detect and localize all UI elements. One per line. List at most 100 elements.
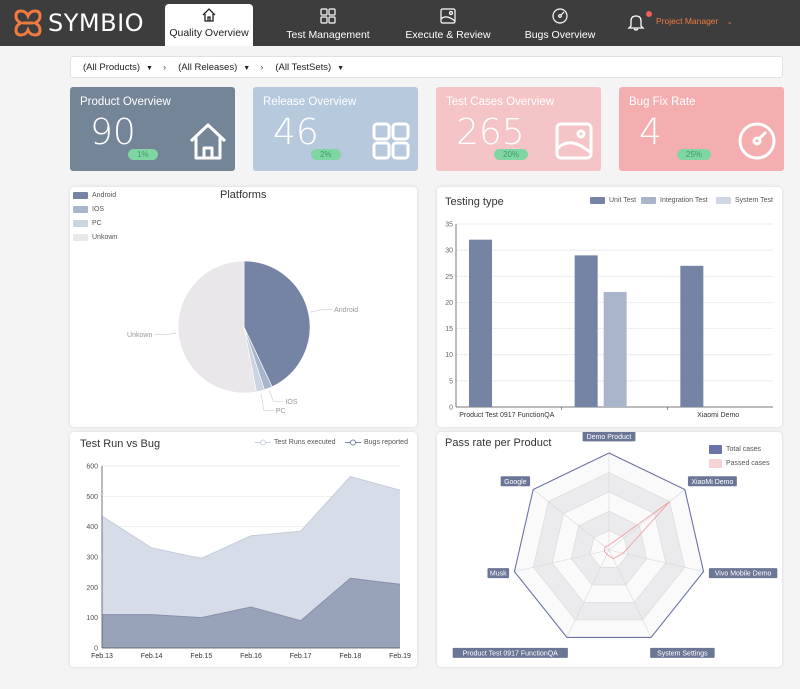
- card-value: 90: [90, 112, 136, 153]
- y-tick-label: 0: [94, 646, 98, 653]
- gauge-icon: [552, 8, 568, 24]
- user-role-dropdown[interactable]: Project Manager ⌄: [656, 16, 733, 26]
- y-tick-label: 100: [86, 615, 98, 622]
- grid-icon: [372, 122, 410, 160]
- home-icon: [202, 8, 216, 22]
- app-logo[interactable]: SYMBIO: [12, 8, 144, 38]
- radar-indicator-label: XiaoMi Demo: [691, 479, 733, 486]
- notification-dot: [646, 11, 652, 17]
- y-tick-label: 30: [445, 248, 453, 255]
- card-percent-badge: 1%: [128, 149, 158, 160]
- x-tick-label: Feb.15: [190, 653, 212, 660]
- y-tick-label: 25: [445, 274, 453, 281]
- x-tick-label: Feb.17: [290, 653, 312, 660]
- x-tick-label: Feb.18: [339, 653, 361, 660]
- image-icon: [555, 122, 593, 160]
- radar-indicator-label: Musk: [490, 571, 507, 578]
- y-tick-label: 35: [445, 222, 453, 229]
- gauge-icon: [738, 122, 776, 160]
- x-tick-label: Feb.16: [240, 653, 262, 660]
- chevron-right-icon: ›: [162, 61, 167, 73]
- top-navigation-bar: SYMBIO Quality Overview Test Management …: [0, 0, 800, 46]
- app-name: SYMBIO: [48, 9, 145, 37]
- y-tick-label: 500: [86, 494, 98, 501]
- pass-rate-panel: Pass rate per Product Total cases Passed…: [437, 432, 782, 667]
- y-tick-label: 0: [449, 405, 453, 412]
- y-tick-label: 5: [449, 378, 453, 385]
- house-icon: [189, 123, 227, 160]
- tab-label: Execute & Review: [405, 29, 491, 41]
- y-tick-label: 20: [445, 300, 453, 307]
- pie-slice-label: IOS: [285, 399, 297, 406]
- card-title: Release Overview: [263, 96, 357, 108]
- y-tick-label: 600: [86, 464, 98, 471]
- chevron-right-icon: ›: [260, 61, 264, 73]
- tab-test-management[interactable]: Test Management: [280, 5, 376, 45]
- pie-slice-label: PC: [276, 408, 286, 415]
- bar-unit-test: [469, 239, 492, 407]
- y-tick-label: 15: [445, 326, 453, 333]
- pie-label-line: [310, 309, 333, 313]
- pie-slice-label: Unkown: [127, 332, 152, 339]
- card-value: 46: [273, 112, 319, 153]
- caret-down-icon: ▼: [243, 64, 251, 72]
- radar-indicator-label: Product Test 0917 FunctionQA: [463, 650, 559, 657]
- pass-rate-radar-chart: Demo Product XiaoMi Demo Vivo Mobile Demo S…: [452, 432, 778, 658]
- bell-icon[interactable]: [626, 12, 646, 32]
- y-tick-label: 10: [445, 352, 453, 359]
- bar-unit-test: [680, 265, 704, 407]
- radar-indicator-label: System Settings: [657, 650, 708, 657]
- y-tick-label: 300: [86, 555, 98, 562]
- tab-quality-overview[interactable]: Quality Overview: [165, 4, 253, 46]
- releases-filter-label: (All Releases): [178, 61, 238, 73]
- tab-execute-review[interactable]: Execute & Review: [400, 5, 496, 45]
- card-value: 4: [639, 112, 662, 153]
- pie-slice-label: Android: [334, 307, 358, 314]
- y-tick-label: 400: [86, 524, 98, 531]
- release-overview-card[interactable]: Release Overview 46 2%: [253, 87, 418, 171]
- platforms-pie-chart: Android IOS PC Unkown: [127, 260, 358, 415]
- test-cases-overview-card[interactable]: Test Cases Overview 265 20%: [436, 87, 601, 171]
- product-overview-card[interactable]: Product Overview 90 1%: [70, 87, 235, 171]
- radar-indicator-label: Google: [504, 479, 527, 486]
- caret-down-icon: ▼: [337, 64, 345, 72]
- card-title: Test Cases Overview: [446, 96, 555, 108]
- x-tick-label: Xiaomi Demo: [697, 412, 739, 419]
- card-percent-badge: 20%: [494, 149, 529, 160]
- testsets-filter-label: (All TestSets): [275, 61, 332, 73]
- releases-filter[interactable]: (All Releases) ▼: [178, 62, 250, 73]
- products-filter[interactable]: (All Products) ▼: [83, 62, 153, 73]
- x-tick-label: Product Test 0917 FunctionQA: [459, 412, 555, 419]
- caret-down-icon: ▼: [146, 64, 153, 72]
- pie-label-line: [260, 392, 274, 411]
- card-title: Bug Fix Rate: [629, 96, 696, 108]
- tab-bugs-overview[interactable]: Bugs Overview: [516, 5, 604, 45]
- testing-type-bar-chart: 0 5 10 15 20 25 30 35 Product Test 0917 Function…: [445, 222, 773, 419]
- testsets-filter[interactable]: (All TestSets) ▼: [275, 62, 344, 73]
- bar-integration-test: [603, 291, 627, 407]
- card-value: 265: [456, 112, 525, 153]
- platforms-panel: Platforms Android IOS PC Unkown Android I…: [70, 187, 417, 427]
- bug-fix-rate-card[interactable]: Bug Fix Rate 4 25%: [619, 87, 784, 171]
- x-tick-label: Feb.19: [389, 653, 411, 660]
- image-icon: [440, 8, 456, 24]
- symbio-logo-icon: [14, 9, 42, 37]
- x-tick-label: Feb.14: [141, 653, 163, 660]
- radar-indicator-label: Vivo Mobile Demo: [715, 571, 772, 578]
- y-tick-label: 200: [86, 585, 98, 592]
- bar-unit-test: [574, 255, 598, 407]
- pie-label-line: [268, 390, 284, 402]
- radar-indicator-label: Demo Product: [587, 434, 632, 441]
- tab-label: Quality Overview: [169, 27, 249, 39]
- card-title: Product Overview: [80, 96, 171, 108]
- test-run-vs-bug-area-chart: 0 100 200 300 400 500 600 Feb.13 Feb.14 Feb.15 Feb…: [86, 464, 411, 661]
- pie-label-line: [154, 333, 177, 335]
- tab-label: Bugs Overview: [524, 29, 596, 41]
- products-filter-label: (All Products): [83, 61, 141, 73]
- card-percent-badge: 2%: [311, 149, 341, 160]
- chevron-down-icon: ⌄: [726, 19, 733, 26]
- grid-icon: [320, 8, 336, 24]
- card-percent-badge: 25%: [677, 149, 712, 160]
- x-tick-label: Feb.13: [91, 653, 113, 660]
- test-run-vs-bug-panel: Test Run vs Bug Test Runs executed Bugs …: [70, 432, 417, 667]
